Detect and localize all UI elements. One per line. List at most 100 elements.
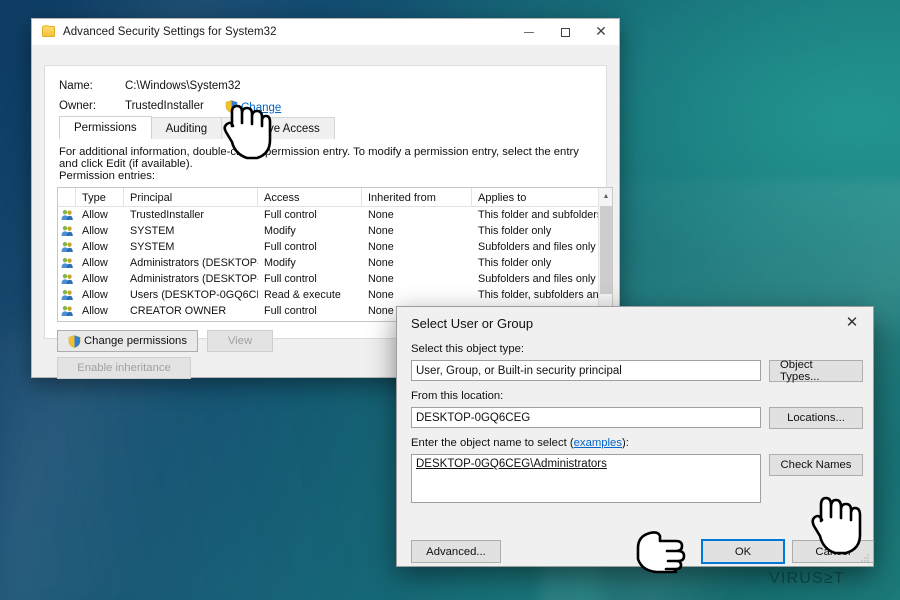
row-principal: Users (DESKTOP-0GQ6CEG\Us... [130, 289, 258, 301]
row-applies-to: This folder only [478, 257, 552, 269]
folder-icon [42, 25, 55, 37]
table-header-principal[interactable]: Principal [124, 188, 258, 207]
view-button: View [207, 330, 273, 352]
object-name-field[interactable]: DESKTOP-0GQ6CEG\Administrators [411, 454, 761, 503]
name-label: Name: [59, 80, 93, 92]
row-inherited-from: None [368, 241, 394, 253]
row-access: Read & execute [264, 289, 341, 301]
table-scrollbar[interactable]: ▲ ▼ [598, 188, 612, 321]
window-title: Advanced Security Settings for System32 [63, 25, 277, 38]
row-access: Full control [264, 305, 317, 317]
user-group-icon [58, 255, 76, 271]
close-icon: ✕ [595, 24, 607, 40]
object-types-label: Object Types... [780, 359, 820, 383]
location-field[interactable]: DESKTOP-0GQ6CEG [411, 407, 761, 428]
tab-bar: Permissions Auditing Effective Access [59, 116, 335, 139]
enable-inheritance-label: Enable inheritance [77, 362, 171, 374]
table-header-access[interactable]: Access [258, 188, 362, 207]
scrollbar-thumb[interactable] [600, 206, 612, 294]
row-applies-to: This folder and subfolders [478, 209, 603, 221]
examples-link[interactable]: examples [574, 437, 622, 449]
object-name-label-pre: Enter the object name to select ( [411, 437, 574, 449]
object-type-field[interactable]: User, Group, or Built-in security princi… [411, 360, 761, 381]
row-access: Full control [264, 241, 317, 253]
owner-change-group[interactable]: Change [225, 100, 281, 114]
table-row[interactable]: Allow SYSTEM Full control None Subfolders an… [58, 239, 612, 255]
row-inherited-from: None [368, 257, 394, 269]
desktop-background: Advanced Security Settings for System32 … [0, 0, 900, 600]
cancel-label: Cancel [815, 545, 851, 558]
row-inherited-from: None [368, 209, 394, 221]
row-principal: SYSTEM [130, 241, 175, 253]
object-type-value: User, Group, or Built-in security princi… [416, 364, 622, 377]
info-text: For additional information, double-click… [59, 146, 579, 170]
dialog-close-button[interactable]: ✕ [831, 307, 873, 337]
advanced-label: Advanced... [426, 545, 486, 558]
object-types-button[interactable]: Object Types... [769, 359, 863, 383]
row-access: Full control [264, 273, 317, 285]
table-header-type[interactable]: Type [76, 188, 124, 207]
advanced-button[interactable]: Advanced... [411, 540, 501, 563]
scroll-up-icon[interactable]: ▲ [599, 188, 612, 204]
maximize-button[interactable] [547, 19, 583, 45]
close-button[interactable]: ✕ [583, 19, 619, 45]
row-type: Allow [82, 225, 108, 237]
tab-effective-access[interactable]: Effective Access [221, 117, 335, 139]
tab-auditing[interactable]: Auditing [150, 117, 223, 139]
check-names-button[interactable]: Check Names [769, 454, 863, 476]
table-body: Allow TrustedInstaller Full control None Thi… [58, 207, 612, 321]
table-row[interactable]: Allow SYSTEM Modify None This folder only [58, 223, 612, 239]
row-type: Allow [82, 305, 108, 317]
row-principal: Administrators (DESKTOP-0G... [130, 257, 258, 269]
permission-entries-label: Permission entries: [59, 170, 156, 182]
dialog-body: Select this object type: User, Group, or… [397, 339, 874, 566]
minimize-icon [524, 31, 534, 33]
ok-button[interactable]: OK [701, 539, 785, 564]
row-access: Read & execute [258, 319, 362, 321]
user-group-icon [58, 223, 76, 239]
table-header-inherited-from[interactable]: Inherited from [362, 188, 472, 207]
ok-label: OK [734, 545, 752, 558]
name-value: C:\Windows\System32 [125, 80, 241, 92]
table-row[interactable]: Allow TrustedInstaller Full control None Thi… [58, 207, 612, 223]
object-name-value: DESKTOP-0GQ6CEG\Administrators [416, 458, 607, 470]
maximize-icon [560, 27, 570, 37]
location-label: From this location: [411, 390, 504, 402]
row-type: Allow [82, 241, 108, 253]
row-applies-to: Subfolders and files only [478, 273, 596, 285]
change-owner-link[interactable]: Change [241, 102, 281, 114]
user-group-icon [58, 271, 76, 287]
object-name-label-post: ): [622, 437, 629, 449]
table-row[interactable]: Allow Users (DESKTOP-0GQ6CEG\Us... Read & … [58, 287, 612, 303]
row-applies-to: This folder, subfolders and files [478, 289, 612, 301]
row-principal: TrustedInstaller [130, 209, 205, 221]
user-group-icon [58, 287, 76, 303]
locations-button[interactable]: Locations... [769, 407, 863, 429]
user-group-icon [58, 303, 76, 319]
tab-permissions[interactable]: Permissions [59, 116, 152, 139]
table-row[interactable]: Allow Administrators (DESKTOP-0G... Full c… [58, 271, 612, 287]
owner-value: TrustedInstaller [125, 100, 204, 112]
check-names-label: Check Names [780, 459, 852, 471]
tab-effective-access-label: Effective Access [236, 122, 320, 135]
table-header-applies-to[interactable]: Applies to [472, 188, 612, 207]
row-inherited-from: None [368, 273, 394, 285]
watermark: VIRUS≥T [769, 570, 845, 587]
table-header-row: Type Principal Access Inherited from App… [58, 188, 612, 207]
close-icon: ✕ [845, 313, 859, 331]
object-type-label: Select this object type: [411, 343, 525, 355]
row-principal: CREATOR OWNER [130, 305, 227, 317]
location-value: DESKTOP-0GQ6CEG [416, 411, 531, 424]
permission-entries-table: Type Principal Access Inherited from App… [57, 187, 613, 322]
resize-grip-icon[interactable] [859, 552, 871, 564]
row-access: Full control [264, 209, 317, 221]
change-permissions-button[interactable]: Change permissions [57, 330, 198, 352]
row-type: Allow [82, 289, 108, 301]
minimize-button[interactable] [511, 19, 547, 45]
settings-panel: Name: C:\Windows\System32 Owner: Trusted… [44, 65, 613, 379]
table-header-icon [58, 188, 76, 207]
package-icon [58, 319, 76, 321]
select-user-or-group-dialog: Select User or Group ✕ Select this objec… [396, 306, 874, 567]
row-principal: ALL APPLICATION PACKAGES [124, 319, 258, 321]
table-row[interactable]: Allow Administrators (DESKTOP-0G... Modify… [58, 255, 612, 271]
